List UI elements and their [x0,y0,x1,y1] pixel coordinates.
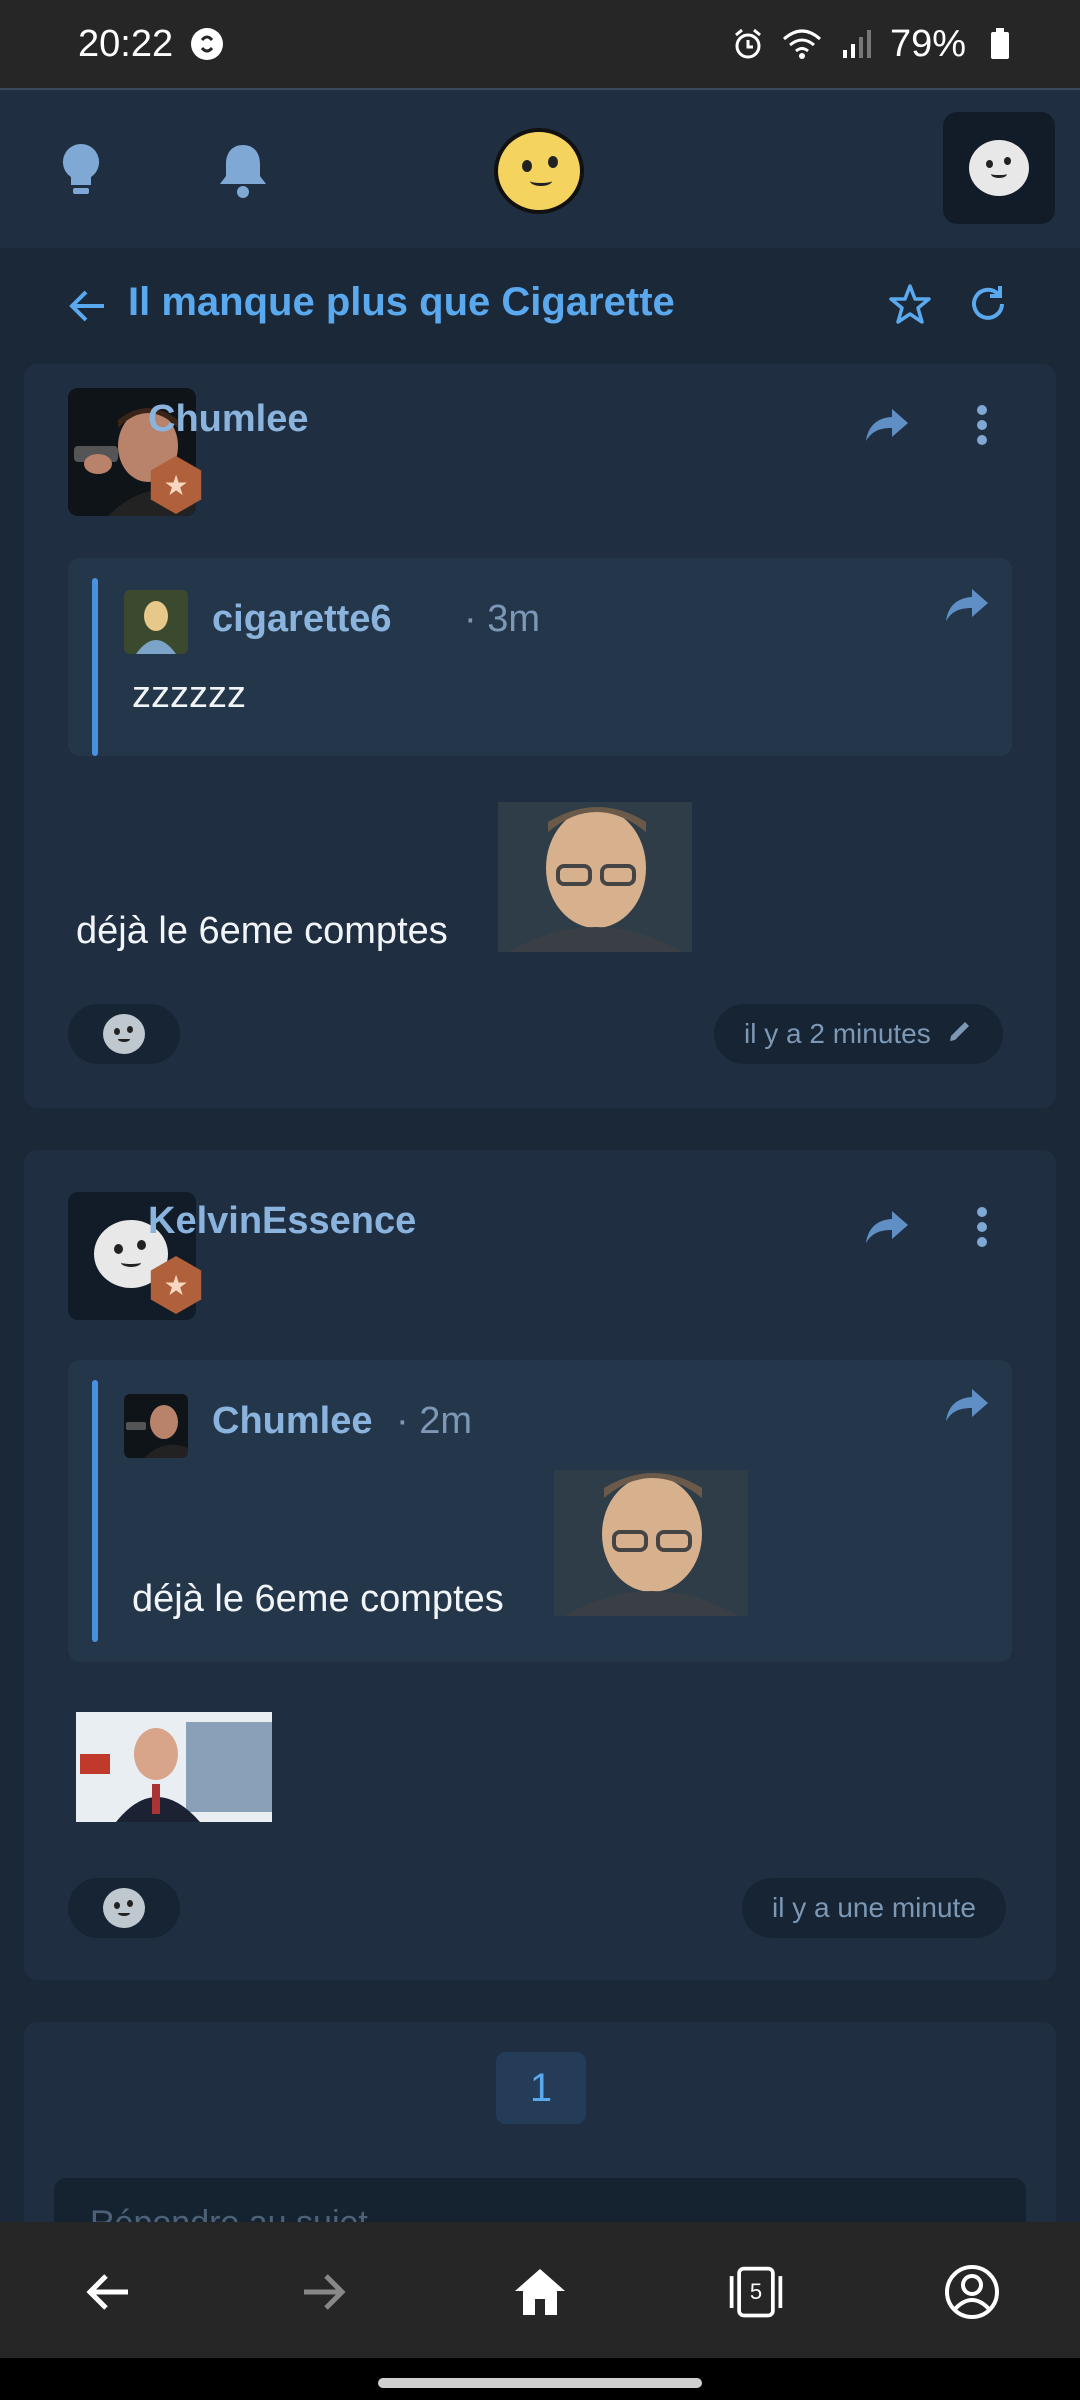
author-name[interactable]: KelvinEssence [148,1200,416,1243]
notifications-bell-icon[interactable] [208,135,278,205]
site-logo[interactable] [494,128,584,214]
page-number-button[interactable]: 1 [496,2052,586,2124]
back-icon[interactable] [78,2262,138,2322]
battery-percent: 79% [889,22,966,65]
reaction-face-icon [103,1888,145,1928]
pagination-section: 1 Répondre au sujet [24,2022,1056,2242]
reaction-button[interactable] [68,1004,180,1064]
home-icon[interactable] [510,2262,570,2322]
quoted-text: déjà le 6eme comptes [132,1578,504,1620]
timestamp-text: il y a une minute [772,1892,976,1923]
battery-icon [980,24,1020,64]
quote-bar [92,578,98,756]
app-header [0,88,1080,248]
share-icon[interactable] [862,1202,912,1252]
edit-pencil-icon[interactable] [947,1018,973,1051]
quoted-message: Chumlee · 2m déjà le 6eme comptes [68,1360,1012,1662]
home-indicator[interactable] [378,2378,702,2388]
refresh-icon[interactable] [966,282,1012,328]
quoted-author-avatar[interactable] [124,1394,188,1458]
author-name[interactable]: Chumlee [148,398,308,441]
wifi-icon [782,24,822,64]
quote-share-icon[interactable] [942,1380,992,1430]
signal-icon [836,24,876,64]
account-icon[interactable] [942,2262,1002,2322]
quoted-message: cigarette6 · 3m zzzzzz [68,558,1012,756]
quote-bar [92,1380,98,1642]
tabs-icon[interactable]: 5 [726,2262,786,2322]
shazam-icon [187,24,227,64]
thread-title-bar: Il manque plus que Cigarette [0,250,1080,360]
post-card: Chumlee ★ cigarette6 · 3m zzzzzz déjà le… [24,364,1056,1108]
quoted-author-name[interactable]: cigarette6 [212,598,392,641]
gesture-bar [0,2358,1080,2400]
status-time: 20:22 [78,22,174,65]
account-avatar-button[interactable] [943,112,1055,224]
quoted-author-name[interactable]: Chumlee [212,1400,372,1443]
share-icon[interactable] [862,400,912,450]
post-timestamp: il y a une minute [742,1878,1006,1938]
thread-title: Il manque plus que Cigarette [128,280,675,324]
quote-share-icon[interactable] [942,580,992,630]
quoted-time: · 3m [464,598,541,640]
more-options-icon[interactable] [957,1202,1007,1252]
forward-icon[interactable] [294,2262,354,2322]
sticker-image[interactable] [498,802,692,952]
back-arrow-icon[interactable] [66,284,110,328]
post-text: déjà le 6eme comptes [76,910,448,952]
reaction-face-icon [103,1014,145,1054]
status-bar: 20:22 79% [0,0,1080,88]
tab-count: 5 [749,2279,763,2304]
more-options-icon[interactable] [957,400,1007,450]
browser-nav-bar: 5 [0,2222,1080,2358]
quoted-text: zzzzzz [132,674,246,716]
alarm-icon [728,24,768,64]
quoted-sticker-image[interactable] [554,1470,748,1616]
favorite-star-icon[interactable] [888,282,934,328]
post-timestamp: il y a 2 minutes [714,1004,1003,1064]
post-card: KelvinEssence ★ Chumlee · 2m déjà le 6em… [24,1150,1056,1980]
reaction-button[interactable] [68,1878,180,1938]
post-image[interactable] [76,1712,272,1822]
quoted-time: · 2m [396,1400,473,1442]
avatar-face-icon [969,140,1029,196]
lightbulb-icon[interactable] [46,135,116,205]
timestamp-text: il y a 2 minutes [744,1018,931,1049]
quoted-author-avatar[interactable] [124,590,188,654]
